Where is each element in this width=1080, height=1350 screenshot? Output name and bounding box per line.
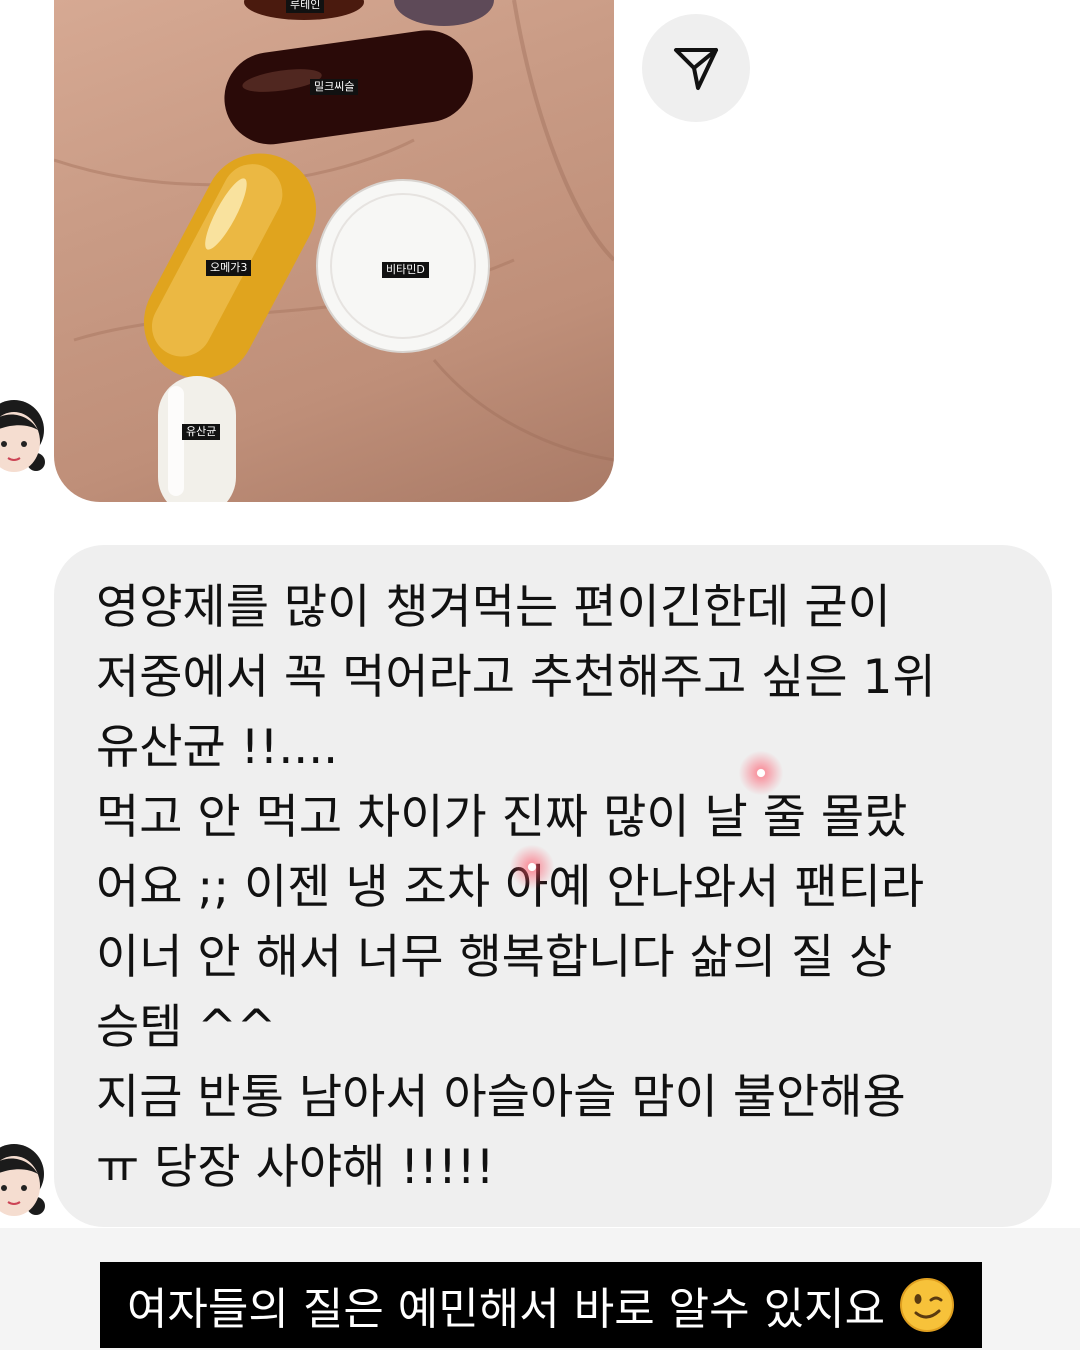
touch-indicator <box>510 845 554 889</box>
sender-avatar[interactable] <box>0 386 46 486</box>
caption-box: 여자들의 질은 예민해서 바로 알수 있지요 <box>100 1262 982 1348</box>
wink-emoji-icon <box>900 1278 955 1332</box>
sender-avatar[interactable] <box>0 1130 46 1230</box>
pill-label-vitamin: 비타민D <box>382 262 429 278</box>
share-button[interactable] <box>642 14 750 122</box>
pill-label-omega3: 오메가3 <box>206 260 252 276</box>
message-text: 영양제를 많이 챙겨먹는 편이긴한데 굳이 저중에서 꼭 먹어라고 추천해주고 … <box>96 580 936 1195</box>
girl-avatar-icon <box>0 400 45 472</box>
supplement-photo[interactable]: 루테인 밀크씨슬 오메가3 비타민D 유산균 <box>54 0 614 502</box>
send-icon <box>674 48 718 90</box>
girl-avatar-icon <box>0 1144 45 1216</box>
caption-text: 여자들의 질은 예민해서 바로 알수 있지요 <box>126 1284 886 1335</box>
pill-label-probiotic: 유산균 <box>182 424 221 440</box>
pill-label-lutein: 루테인 <box>286 0 325 13</box>
pill-label-milk-thistle: 밀크씨슬 <box>310 79 359 95</box>
touch-indicator <box>739 751 783 795</box>
message-bubble[interactable]: 영양제를 많이 챙겨먹는 편이긴한데 굳이 저중에서 꼭 먹어라고 추천해주고 … <box>54 545 1052 1227</box>
photo-illustration <box>54 0 614 502</box>
